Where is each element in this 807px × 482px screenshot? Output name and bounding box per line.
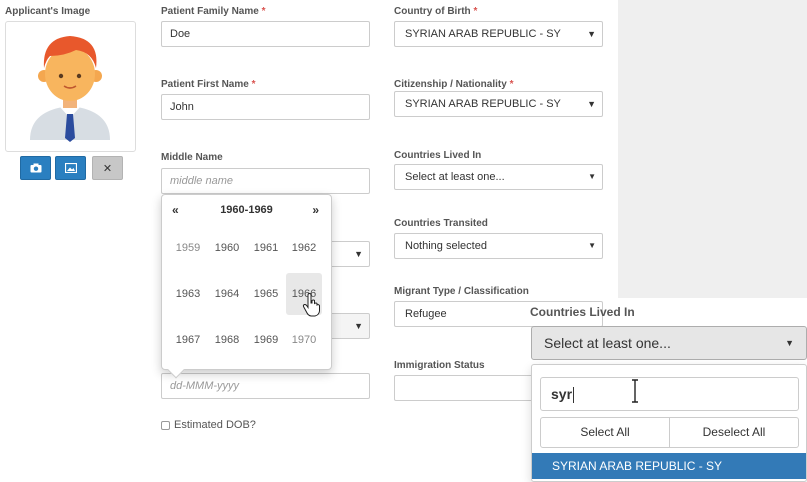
- year-cell[interactable]: 1967: [170, 319, 206, 361]
- camera-button[interactable]: [20, 156, 51, 180]
- countries-popup-title: Countries Lived In: [530, 305, 635, 319]
- decade-title[interactable]: 1960-1969: [162, 204, 331, 216]
- citizenship-label: Citizenship / Nationality *: [394, 79, 514, 90]
- year-cell[interactable]: 1970: [286, 319, 322, 361]
- middle-name-input[interactable]: middle name: [161, 168, 370, 194]
- caret-down-icon: ▼: [587, 99, 596, 109]
- family-name-label: Patient Family Name *: [161, 6, 266, 17]
- ibeam-cursor-icon: [632, 379, 638, 403]
- year-cell[interactable]: 1969: [248, 319, 284, 361]
- caret-down-icon: ▼: [588, 241, 596, 250]
- close-icon: ✕: [102, 162, 113, 175]
- year-cell[interactable]: 1961: [248, 227, 284, 269]
- citizenship-value: SYRIAN ARAB REPUBLIC - SY: [405, 98, 561, 110]
- side-panel: [618, 0, 807, 298]
- select-all-button[interactable]: Select All: [540, 417, 670, 448]
- countries-lived-in-dropdown-button[interactable]: Select at least one... ▼: [531, 326, 807, 360]
- country-of-birth-label: Country of Birth *: [394, 6, 478, 17]
- first-name-label: Patient First Name *: [161, 79, 256, 90]
- countries-lived-in-label: Countries Lived In: [394, 150, 482, 161]
- year-picker-header: « 1960-1969 »: [162, 203, 331, 221]
- countries-dropdown-menu: syr Select All Deselect All SYRIAN ARAB …: [531, 364, 807, 482]
- caret-down-icon: ▼: [354, 321, 363, 331]
- citizenship-select[interactable]: SYRIAN ARAB REPUBLIC - SY ▼: [394, 91, 603, 117]
- dob-input[interactable]: dd-MMM-yyyy: [161, 373, 370, 399]
- year-cell[interactable]: 1963: [170, 273, 206, 315]
- search-value: syr: [551, 386, 573, 402]
- countries-transited-select[interactable]: Nothing selected ▼: [394, 233, 603, 259]
- year-cell[interactable]: 1964: [209, 273, 245, 315]
- migrant-type-label: Migrant Type / Classification: [394, 286, 529, 297]
- caret-down-icon: ▼: [785, 338, 794, 348]
- upload-image-button[interactable]: [55, 156, 86, 180]
- countries-lived-in-select[interactable]: Select at least one... ▼: [394, 164, 603, 190]
- applicant-photo: [5, 21, 136, 152]
- estimated-dob-label: Estimated DOB?: [174, 419, 256, 431]
- countries-transited-value: Nothing selected: [405, 240, 487, 252]
- year-cell[interactable]: 1959: [170, 227, 206, 269]
- caret-down-icon: ▼: [588, 172, 596, 181]
- country-of-birth-select[interactable]: SYRIAN ARAB REPUBLIC - SY ▼: [394, 21, 603, 47]
- immigration-status-label: Immigration Status: [394, 360, 485, 371]
- image-icon: [64, 163, 77, 173]
- camera-icon: [30, 163, 41, 173]
- hand-cursor-icon: [302, 293, 320, 317]
- remove-image-button[interactable]: ✕: [92, 156, 123, 180]
- migrant-type-value: Refugee: [405, 308, 447, 320]
- caret-down-icon: ▼: [354, 249, 363, 259]
- deselect-all-button[interactable]: Deselect All: [669, 417, 799, 448]
- text-cursor: [573, 387, 575, 404]
- family-name-input[interactable]: Doe: [161, 21, 370, 47]
- middle-name-label: Middle Name: [161, 152, 223, 163]
- country-of-birth-value: SYRIAN ARAB REPUBLIC - SY: [405, 28, 561, 40]
- country-option-syria[interactable]: SYRIAN ARAB REPUBLIC - SY: [532, 453, 806, 479]
- caret-down-icon: ▼: [587, 29, 596, 39]
- countries-lived-in-value: Select at least one...: [405, 171, 505, 183]
- year-cell[interactable]: 1968: [209, 319, 245, 361]
- year-cell[interactable]: 1962: [286, 227, 322, 269]
- dropdown-button-text: Select at least one...: [544, 335, 671, 351]
- applicant-image-label: Applicant's Image: [5, 6, 91, 17]
- next-decade-button[interactable]: »: [312, 203, 319, 217]
- countries-transited-label: Countries Transited: [394, 218, 488, 229]
- avatar: [30, 36, 110, 142]
- estimated-dob-option[interactable]: Estimated DOB?: [161, 419, 256, 431]
- first-name-input[interactable]: John: [161, 94, 370, 120]
- year-cell[interactable]: 1960: [209, 227, 245, 269]
- year-picker: « 1960-1969 » 1959 1960 1961 1962 1963 1…: [161, 194, 332, 379]
- estimated-dob-checkbox[interactable]: [161, 420, 170, 430]
- country-search-input[interactable]: syr: [540, 377, 799, 411]
- year-cell[interactable]: 1965: [248, 273, 284, 315]
